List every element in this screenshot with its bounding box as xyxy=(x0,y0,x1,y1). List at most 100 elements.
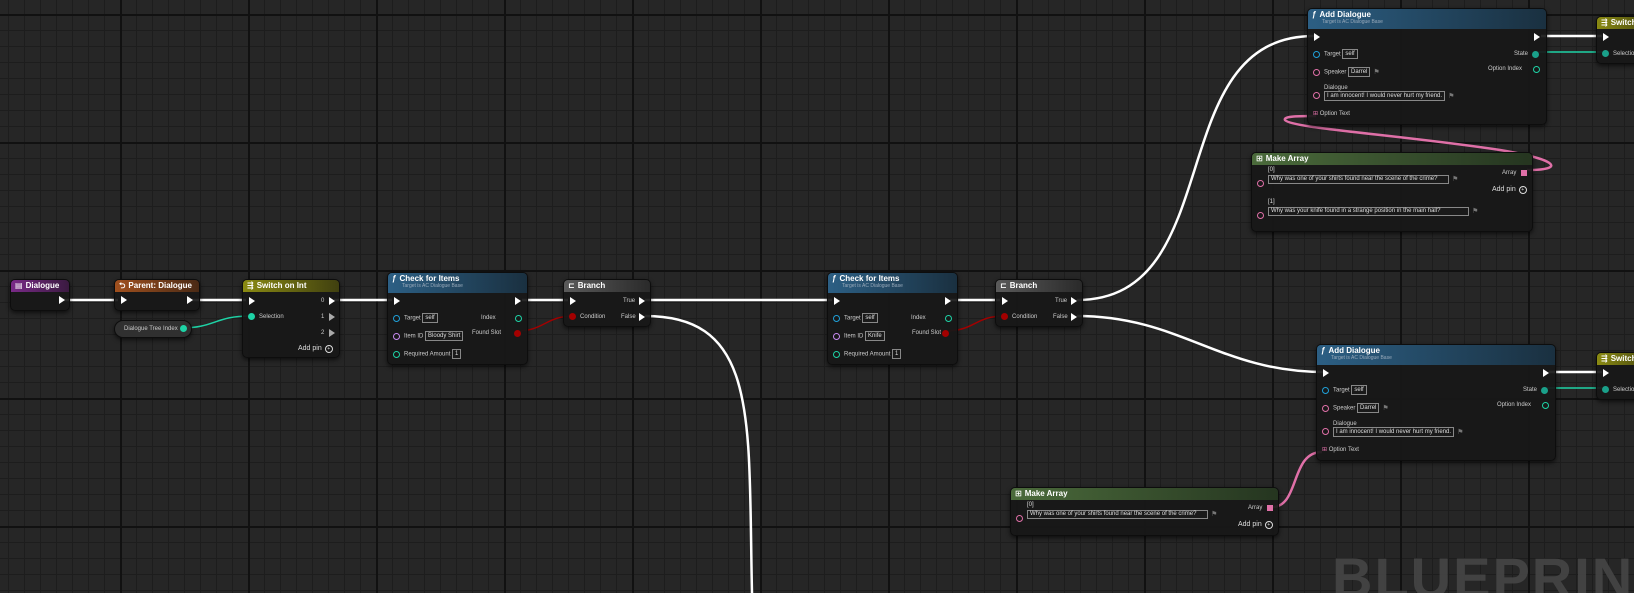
false-label: False xyxy=(1053,314,1068,320)
condition-bool-pin[interactable] xyxy=(1001,313,1008,320)
array-grid-icon: ⊞ xyxy=(1313,111,1319,117)
exec-in-pin[interactable] xyxy=(570,297,576,305)
speaker-text-pin[interactable] xyxy=(1322,405,1329,412)
case-1-exec-pin[interactable] xyxy=(329,313,335,321)
selection-int-pin[interactable] xyxy=(1602,386,1609,393)
found-slot-bool-pin[interactable] xyxy=(942,330,949,337)
localize-flag-icon[interactable]: ⚑ xyxy=(1452,176,1458,184)
item-id-name-pin[interactable] xyxy=(393,333,400,340)
dialogue-input[interactable]: I am innocent! I would never hurt my fri… xyxy=(1324,91,1446,101)
option-index-out-pin[interactable] xyxy=(1533,66,1540,73)
required-amount-int-pin[interactable] xyxy=(833,351,840,358)
speaker-text-pin[interactable] xyxy=(1313,69,1320,76)
exec-in-pin[interactable] xyxy=(1603,33,1609,41)
switch-on-int-node[interactable]: ⇶ Switch on Int Selection 0 1 2 Add pin + xyxy=(242,279,340,358)
exec-in-pin[interactable] xyxy=(121,296,127,304)
check-for-items-node-1[interactable]: ƒ Check for Items Target is AC Dialogue B… xyxy=(387,272,528,365)
case-2-exec-pin[interactable] xyxy=(329,329,335,337)
state-out-pin[interactable] xyxy=(1532,51,1539,58)
target-object-pin[interactable] xyxy=(1313,51,1320,58)
target-input[interactable]: self xyxy=(422,313,438,323)
required-amount-input[interactable]: 1 xyxy=(452,349,462,359)
target-object-pin[interactable] xyxy=(393,315,400,322)
element-text-pin[interactable] xyxy=(1257,180,1264,187)
element-input[interactable]: Why was your knife found in a strange po… xyxy=(1268,207,1469,216)
item-id-name-pin[interactable] xyxy=(833,333,840,340)
true-exec-pin[interactable] xyxy=(639,297,645,305)
add-dialogue-node-2[interactable]: ƒ Add Dialogue Target is AC Dialogue Base… xyxy=(1316,344,1556,461)
option-index-out-pin[interactable] xyxy=(1542,402,1549,409)
make-array-node-1[interactable]: ⊞ Make Array [0] Why was one of your shir… xyxy=(1251,152,1533,232)
speaker-input[interactable]: Darrel xyxy=(1357,403,1380,413)
condition-label: Condition xyxy=(580,314,606,320)
condition-label: Condition xyxy=(1012,314,1038,320)
dialogue-text-pin[interactable] xyxy=(1313,92,1320,99)
element-input[interactable]: Why was one of your shirts found near th… xyxy=(1027,510,1208,519)
localize-flag-icon[interactable]: ⚑ xyxy=(1382,405,1388,413)
element-text-pin[interactable] xyxy=(1016,515,1023,522)
target-input[interactable]: self xyxy=(1342,49,1358,59)
selection-int-pin[interactable] xyxy=(1602,50,1609,57)
add-dialogue-node-1[interactable]: ƒ Add Dialogue Target is AC Dialogue Base… xyxy=(1307,8,1547,125)
exec-in-pin[interactable] xyxy=(1002,297,1008,305)
localize-flag-icon[interactable]: ⚑ xyxy=(1457,429,1463,437)
true-exec-pin[interactable] xyxy=(1071,297,1077,305)
option-index-label: Option Index xyxy=(1488,66,1523,72)
switch-node-partial-2[interactable]: ⇶Switch Selection xyxy=(1596,352,1634,400)
localize-flag-icon[interactable]: ⚑ xyxy=(1472,208,1478,216)
add-pin-button[interactable]: Add pin + xyxy=(1492,186,1527,194)
required-amount-int-pin[interactable] xyxy=(393,351,400,358)
target-object-pin[interactable] xyxy=(833,315,840,322)
blueprint-graph-canvas[interactable]: ▤ Dialogue ⮌ Parent: Dialogue Dialogue Tre… xyxy=(0,0,1634,593)
exec-in-pin[interactable] xyxy=(1314,33,1320,41)
index-int-out-pin[interactable] xyxy=(515,315,522,322)
dialogue-input[interactable]: I am innocent! I would never hurt my fri… xyxy=(1333,427,1455,437)
make-array-node-2[interactable]: ⊞ Make Array [0] Why was one of your shir… xyxy=(1010,487,1279,536)
required-amount-input[interactable]: 1 xyxy=(892,349,902,359)
dialogue-text-pin[interactable] xyxy=(1322,428,1329,435)
false-exec-pin[interactable] xyxy=(1071,313,1077,321)
condition-bool-pin[interactable] xyxy=(569,313,576,320)
speaker-input[interactable]: Darrel xyxy=(1348,67,1371,77)
add-pin-button[interactable]: Add pin + xyxy=(1238,521,1273,529)
target-object-pin[interactable] xyxy=(1322,387,1329,394)
dialogue-tree-index-variable-node[interactable]: Dialogue Tree Index xyxy=(114,320,192,338)
required-amount-row: Required Amount 1 xyxy=(844,349,902,359)
selection-int-pin[interactable] xyxy=(248,313,255,320)
found-slot-bool-pin[interactable] xyxy=(514,330,521,337)
case-0-exec-pin[interactable] xyxy=(329,297,335,305)
switch-node-partial-1[interactable]: ⇶Switch Selection xyxy=(1596,16,1634,64)
index-int-out-pin[interactable] xyxy=(945,315,952,322)
exec-out-pin[interactable] xyxy=(59,296,65,304)
exec-in-pin[interactable] xyxy=(834,297,840,305)
array-out-pin[interactable] xyxy=(1521,170,1527,176)
state-out-pin[interactable] xyxy=(1541,387,1548,394)
parent-dialogue-node[interactable]: ⮌ Parent: Dialogue xyxy=(114,279,200,311)
exec-out-pin[interactable] xyxy=(945,297,951,305)
branch-node-1[interactable]: ⊏ Branch Condition True False xyxy=(563,279,651,327)
exec-out-pin[interactable] xyxy=(1543,369,1549,377)
element-text-pin[interactable] xyxy=(1257,212,1264,219)
item-id-input[interactable]: Knife xyxy=(865,331,885,341)
exec-in-pin[interactable] xyxy=(394,297,400,305)
exec-out-pin[interactable] xyxy=(187,296,193,304)
exec-out-pin[interactable] xyxy=(1534,33,1540,41)
exec-in-pin[interactable] xyxy=(249,297,255,305)
array-out-pin[interactable] xyxy=(1267,505,1273,511)
exec-in-pin[interactable] xyxy=(1323,369,1329,377)
item-id-input[interactable]: Bloody Shirt xyxy=(425,331,464,341)
localize-flag-icon[interactable]: ⚑ xyxy=(1448,93,1454,101)
false-exec-pin[interactable] xyxy=(639,313,645,321)
branch-node-2[interactable]: ⊏ Branch Condition True False xyxy=(995,279,1083,327)
target-input[interactable]: self xyxy=(862,313,878,323)
localize-flag-icon[interactable]: ⚑ xyxy=(1211,511,1217,519)
target-input[interactable]: self xyxy=(1351,385,1367,395)
int-out-pin[interactable] xyxy=(180,325,187,332)
add-pin-button[interactable]: Add pin + xyxy=(298,345,333,353)
dialogue-event-node[interactable]: ▤ Dialogue xyxy=(10,279,70,311)
element-input[interactable]: Why was one of your shirts found near th… xyxy=(1268,175,1449,184)
check-for-items-node-2[interactable]: ƒ Check for Items Target is AC Dialogue B… xyxy=(827,272,958,365)
exec-out-pin[interactable] xyxy=(515,297,521,305)
exec-in-pin[interactable] xyxy=(1603,369,1609,377)
localize-flag-icon[interactable]: ⚑ xyxy=(1373,69,1379,77)
